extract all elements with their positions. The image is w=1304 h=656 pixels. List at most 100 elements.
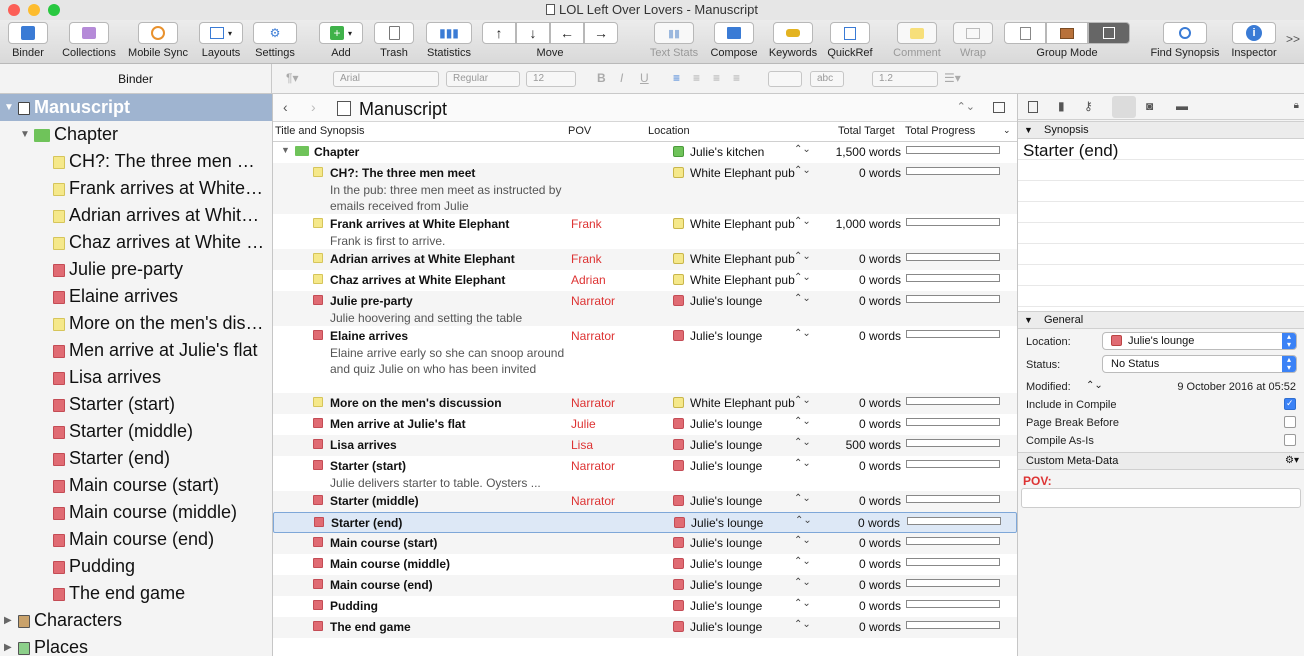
disclosure-triangle-icon[interactable]: ▼ bbox=[281, 145, 290, 155]
include-compile-checkbox[interactable]: ✓ bbox=[1284, 398, 1296, 410]
align-justify-icon[interactable]: ≡ bbox=[733, 71, 740, 85]
binder-item[interactable]: Main course (end) bbox=[0, 526, 272, 553]
compose-button[interactable]: Compose bbox=[706, 22, 762, 59]
binder-item[interactable]: Starter (middle) bbox=[0, 418, 272, 445]
location-stepper-icon[interactable]: ⌃⌄ bbox=[794, 619, 811, 630]
row-location[interactable]: Julie's lounge bbox=[673, 294, 762, 308]
location-stepper-icon[interactable]: ⌃⌄ bbox=[794, 458, 811, 469]
row-location[interactable]: Julie's lounge bbox=[673, 459, 762, 473]
disclosure-triangle-icon[interactable]: ▼ bbox=[20, 121, 30, 148]
move-up-button[interactable]: ↑ bbox=[482, 22, 516, 44]
quickref-button[interactable]: QuickRef bbox=[824, 22, 876, 59]
wrap-button[interactable]: Wrap bbox=[950, 22, 996, 59]
binder-item[interactable]: Main course (middle) bbox=[0, 499, 272, 526]
comment-button[interactable]: Comment bbox=[890, 22, 944, 59]
lock-icon[interactable]: 🔒︎ bbox=[1294, 100, 1299, 111]
inspector-button[interactable]: i Inspector bbox=[1228, 22, 1280, 59]
layouts-button[interactable]: ▾ Layouts bbox=[198, 22, 244, 59]
row-location[interactable]: White Elephant pub bbox=[673, 273, 795, 287]
status-select[interactable]: No Status ▴ ▾ bbox=[1102, 355, 1297, 373]
corkboard-mode-button[interactable] bbox=[1046, 22, 1088, 44]
table-row[interactable]: ▼ Chapter Julie's kitchen ⌃⌄ 1,500 words bbox=[273, 142, 1017, 163]
table-row[interactable]: Pudding Julie's lounge ⌃⌄ 0 words bbox=[273, 596, 1017, 617]
table-row[interactable]: Elaine arrives Elaine arrive early so she… bbox=[273, 326, 1017, 393]
highlight-select[interactable]: abc bbox=[810, 71, 844, 87]
tag-icon[interactable] bbox=[1112, 96, 1136, 118]
font-family-select[interactable]: Arial bbox=[333, 71, 439, 87]
row-location[interactable]: Julie's lounge bbox=[673, 578, 762, 592]
close-window-button[interactable] bbox=[8, 4, 20, 16]
col-progress[interactable]: Total Progress bbox=[905, 125, 975, 137]
bookmark-icon[interactable]: ▮ bbox=[1058, 99, 1065, 113]
location-stepper-icon[interactable]: ⌃⌄ bbox=[794, 556, 811, 567]
pov-meta-field[interactable] bbox=[1021, 488, 1301, 508]
table-row[interactable]: Julie pre-party Julie hoovering and setti… bbox=[273, 291, 1017, 326]
key-icon-tab[interactable]: ⚷ bbox=[1084, 99, 1093, 113]
location-stepper-icon[interactable]: ⌃⌄ bbox=[794, 293, 811, 304]
text-color-select[interactable] bbox=[768, 71, 802, 87]
location-stepper-icon[interactable]: ⌃⌄ bbox=[794, 144, 811, 155]
binder-item[interactable]: ▶ Characters bbox=[0, 607, 272, 634]
general-section-header[interactable]: ▼ General bbox=[1018, 311, 1304, 329]
table-row[interactable]: Starter (start) Julie delivers starter to… bbox=[273, 456, 1017, 491]
table-row[interactable]: Lisa arrives Lisa Julie's lounge ⌃⌄ 500 word… bbox=[273, 435, 1017, 456]
text-stats-button[interactable]: ▮▮ Text Stats bbox=[646, 22, 702, 59]
nav-up-down-icon[interactable]: ⌃⌄ bbox=[957, 100, 975, 113]
page-break-checkbox[interactable] bbox=[1284, 416, 1296, 428]
location-stepper-icon[interactable]: ⌃⌄ bbox=[794, 535, 811, 546]
settings-button[interactable]: ⚙ Settings bbox=[252, 22, 298, 59]
underline-button[interactable]: U bbox=[640, 71, 649, 85]
binder-item[interactable]: The end game bbox=[0, 580, 272, 607]
synopsis-area[interactable]: Starter (end) bbox=[1018, 139, 1304, 311]
align-center-icon[interactable]: ≡ bbox=[693, 71, 700, 85]
col-location[interactable]: Location bbox=[648, 125, 690, 137]
location-stepper-icon[interactable]: ⌃⌄ bbox=[794, 416, 811, 427]
keywords-button[interactable]: Keywords bbox=[766, 22, 820, 59]
row-location[interactable]: White Elephant pub bbox=[673, 217, 795, 231]
synopsis-section-header[interactable]: ▼ Synopsis bbox=[1018, 121, 1304, 139]
table-row[interactable]: Starter (end) Julie's lounge ⌃⌄ 0 words bbox=[273, 512, 1017, 533]
italic-button[interactable]: I bbox=[620, 71, 623, 85]
table-row[interactable]: Adrian arrives at White Elephant Frank Whi… bbox=[273, 249, 1017, 270]
bold-button[interactable]: B bbox=[597, 71, 606, 85]
custom-meta-header[interactable]: Custom Meta-Data ⚙▾ bbox=[1018, 452, 1304, 470]
list-style-button[interactable]: ☰▾ bbox=[944, 71, 961, 85]
disclosure-triangle-icon[interactable]: ▶ bbox=[4, 634, 12, 656]
line-spacing-select[interactable]: 1.2 bbox=[872, 71, 938, 87]
columns-menu-icon[interactable]: ⌄ bbox=[1003, 125, 1011, 136]
disclosure-triangle-icon[interactable]: ▶ bbox=[4, 607, 12, 634]
col-title[interactable]: Title and Synopsis bbox=[275, 125, 364, 137]
compile-as-is-checkbox[interactable] bbox=[1284, 434, 1296, 446]
move-right-button[interactable]: → bbox=[584, 22, 618, 44]
table-row[interactable]: Frank arrives at White Elephant Frank is … bbox=[273, 214, 1017, 249]
table-row[interactable]: Starter (middle) Narrator Julie's lounge ⌃⌄… bbox=[273, 491, 1017, 512]
align-left-icon[interactable]: ≡ bbox=[673, 71, 680, 85]
table-row[interactable]: The end game Julie's lounge ⌃⌄ 0 words bbox=[273, 617, 1017, 638]
statistics-button[interactable]: ▮▮▮ Statistics bbox=[422, 22, 476, 59]
col-target[interactable]: Total Target bbox=[838, 125, 895, 137]
outliner-mode-button[interactable] bbox=[1088, 22, 1130, 44]
location-stepper-icon[interactable]: ⌃⌄ bbox=[794, 395, 811, 406]
back-arrow-icon[interactable]: ‹ bbox=[283, 99, 288, 115]
row-location[interactable]: Julie's lounge bbox=[673, 620, 762, 634]
binder-item[interactable]: Julie pre-party bbox=[0, 256, 272, 283]
scrivenings-mode-button[interactable] bbox=[1004, 22, 1046, 44]
modified-toggle-icon[interactable]: ⌃⌄ bbox=[1086, 380, 1103, 391]
row-location[interactable]: Julie's kitchen bbox=[673, 145, 764, 159]
binder-item[interactable]: ▶ Places bbox=[0, 634, 272, 656]
move-down-button[interactable]: ↓ bbox=[516, 22, 550, 44]
row-location[interactable]: Julie's lounge bbox=[673, 329, 762, 343]
collections-button[interactable]: Collections bbox=[58, 22, 120, 59]
disclosure-triangle-icon[interactable]: ▼ bbox=[4, 94, 14, 121]
font-style-select[interactable]: Regular bbox=[446, 71, 520, 87]
trash-button[interactable]: Trash bbox=[372, 22, 416, 59]
table-row[interactable]: Main course (end) Julie's lounge ⌃⌄ 0 words bbox=[273, 575, 1017, 596]
toolbar-overflow-button[interactable]: >> bbox=[1286, 32, 1300, 46]
row-location[interactable]: White Elephant pub bbox=[673, 396, 795, 410]
location-stepper-icon[interactable]: ⌃⌄ bbox=[794, 598, 811, 609]
notes-icon[interactable] bbox=[1028, 101, 1038, 113]
mobile-sync-button[interactable]: Mobile Sync bbox=[124, 22, 192, 59]
binder-item[interactable]: More on the men's discussion bbox=[0, 310, 272, 337]
location-stepper-icon[interactable]: ⌃⌄ bbox=[794, 251, 811, 262]
binder-item[interactable]: Starter (start) bbox=[0, 391, 272, 418]
